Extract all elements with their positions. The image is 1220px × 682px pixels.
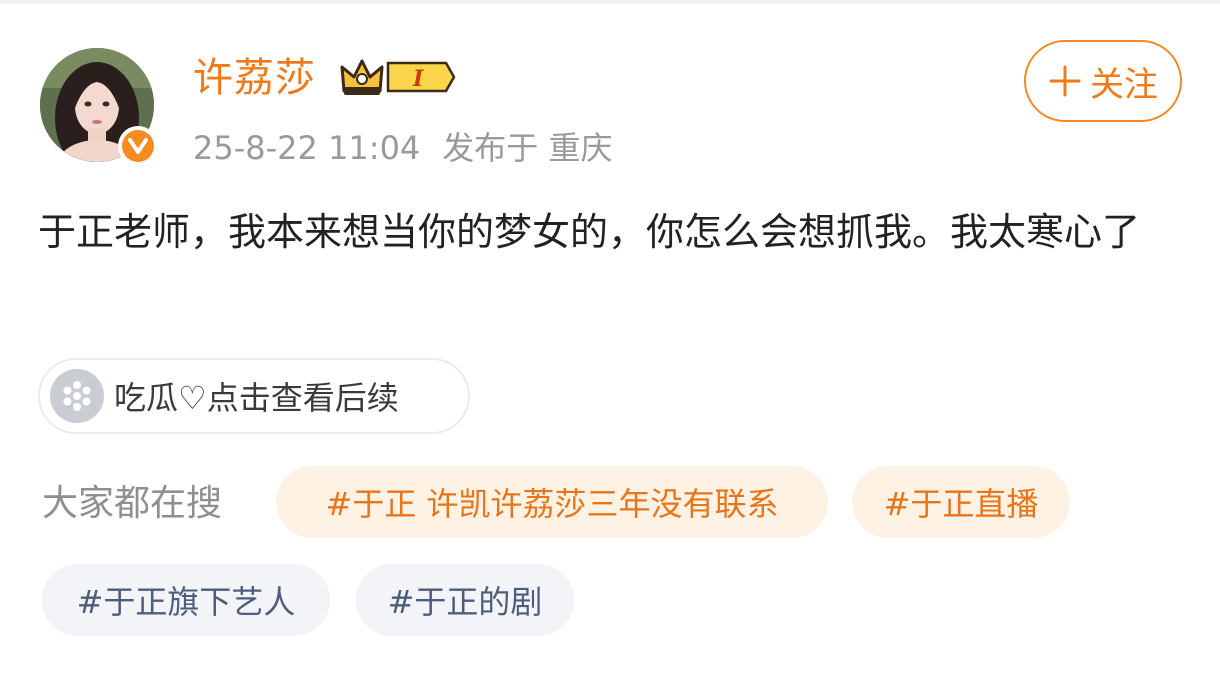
badge-level-text: I: [412, 66, 424, 92]
search-tag[interactable]: #于正旗下艺人: [42, 564, 330, 636]
post-time: 25-8-22 11:04: [193, 129, 421, 167]
verified-v-icon: [118, 126, 158, 166]
attachment-label: 吃瓜♡点击查看后续: [114, 379, 399, 417]
crown-icon: I: [340, 59, 456, 95]
top-divider: [0, 0, 1220, 4]
post-location: 发布于 重庆: [442, 129, 613, 167]
follow-label: 关注: [1090, 64, 1158, 105]
attachment-chip[interactable]: 吃瓜♡点击查看后续: [38, 358, 470, 434]
follow-button[interactable]: 关注: [1024, 40, 1182, 122]
search-tag[interactable]: #于正的剧: [356, 564, 574, 636]
post-meta: 25-8-22 11:04 发布于 重庆: [193, 126, 612, 170]
melon-icon: [50, 369, 104, 423]
search-tag[interactable]: #于正 许凯许荔莎三年没有联系: [276, 466, 828, 538]
search-tag[interactable]: #于正直播: [852, 466, 1070, 538]
plus-icon: [1049, 65, 1081, 97]
search-section-label: 大家都在搜: [42, 483, 223, 524]
author-name[interactable]: 许荔莎: [193, 52, 316, 104]
post-content: 于正老师，我本来想当你的梦女的，你怎么会想抓我。我太寒心了: [38, 210, 1141, 254]
